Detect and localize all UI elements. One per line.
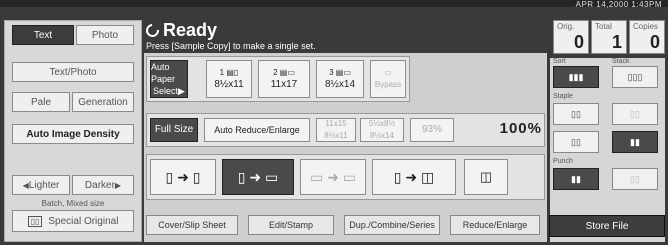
- 1-sided-to-2-sided-icon: ▯ ➜ ▭: [237, 169, 279, 185]
- stack-button[interactable]: ▯▯▯: [612, 66, 658, 88]
- tray-icon: ▤▭: [335, 68, 351, 77]
- store-file-button[interactable]: Store File: [549, 215, 665, 237]
- combine-button[interactable]: ▯ ➜ ◫: [372, 159, 456, 195]
- one-to-two-sided-button[interactable]: ▯ ➜ ▭: [222, 159, 294, 195]
- top-bar: [0, 0, 668, 7]
- auto-image-density-button[interactable]: Auto Image Density: [12, 124, 134, 144]
- full-size-button[interactable]: Full Size: [150, 118, 198, 142]
- punch-label: Punch: [553, 158, 573, 165]
- stack-icon: ▯▯▯: [627, 71, 643, 82]
- tray-size: 11x17: [270, 79, 298, 90]
- tray-icon: ▤▯: [226, 68, 239, 77]
- staple-icon: ▯▯: [571, 136, 581, 147]
- tray-size: 8½x11: [214, 79, 244, 90]
- darker-arrow-icon: ▶: [114, 180, 122, 190]
- simplex-to-simplex-button[interactable]: ▯ ➜ ▯: [150, 159, 216, 195]
- staple-icon: ▯▯: [630, 108, 640, 119]
- cover-slip-sheet-tab[interactable]: Cover/Slip Sheet: [146, 215, 238, 235]
- tray-3-button[interactable]: 3 ▤▭ 8½x14: [316, 60, 364, 98]
- staple-two-top-button[interactable]: ▮▮: [612, 131, 658, 153]
- bypass-tray-icon: ▭: [384, 68, 392, 77]
- counter-value: 0: [573, 32, 584, 52]
- dup-combine-series-tab[interactable]: Dup./Combine/Series: [344, 215, 440, 235]
- datetime: APR 14,2000 1:43PM: [575, 0, 662, 9]
- auto-paper-label: Auto Paper: [151, 62, 176, 84]
- ratio-to: 8½x14: [369, 131, 395, 140]
- two-to-two-sided-button[interactable]: ▭ ➜ ▭: [300, 159, 366, 195]
- edit-stamp-tab[interactable]: Edit/Stamp: [248, 215, 334, 235]
- lighter-button[interactable]: ◀ Lighter: [12, 175, 70, 195]
- photo-mode-button[interactable]: Photo: [76, 25, 134, 45]
- counter-label: Total: [595, 22, 612, 31]
- special-original-icon: ▯▯: [27, 215, 43, 227]
- darker-label: Darker: [84, 179, 115, 191]
- ratio-93-button[interactable]: 93%: [410, 118, 454, 142]
- book-icon: ◫: [479, 169, 493, 184]
- ratio-preset-1-button[interactable]: 11x15 8½x11: [316, 118, 356, 142]
- copies-counter: Copies 0: [629, 20, 665, 54]
- tray-number: 3: [329, 68, 334, 77]
- tray-size: Bypass: [374, 80, 402, 89]
- ratio-from: 5½x8½: [368, 119, 396, 128]
- current-ratio: 100%: [499, 120, 542, 137]
- ready-icon: [143, 21, 162, 40]
- punch-left-button[interactable]: ▮▮: [553, 168, 599, 190]
- special-original-button[interactable]: ▯▯ Special Original: [12, 210, 134, 232]
- text-photo-mode-button[interactable]: Text/Photo: [12, 62, 134, 82]
- tray-1-button[interactable]: 1 ▤▯ 8½x11: [206, 60, 252, 98]
- counter-label: Copies: [633, 22, 658, 31]
- staple-two-left-button[interactable]: ▯▯: [553, 131, 599, 153]
- counter-value: 0: [649, 32, 660, 52]
- text-mode-button[interactable]: Text: [12, 25, 74, 45]
- ratio-to: 8½x11: [324, 131, 348, 140]
- reduce-enlarge-tab[interactable]: Reduce/Enlarge: [450, 215, 540, 235]
- tray-2-button[interactable]: 2 ▤▭ 11x17: [258, 60, 310, 98]
- 1-sided-to-1-sided-icon: ▯ ➜ ▯: [165, 169, 201, 185]
- counter-value: 1: [611, 32, 622, 52]
- status-message: Press [Sample Copy] to make a single set…: [146, 41, 316, 51]
- combine-icon: ▯ ➜ ◫: [393, 169, 435, 185]
- pale-mode-button[interactable]: Pale: [12, 92, 70, 112]
- copier-screen: APR 14,2000 1:43PM Text Photo Text/Photo…: [0, 0, 668, 245]
- staple-icon: ▮▮: [630, 136, 640, 147]
- sort-button[interactable]: ▮▮▮: [553, 66, 599, 88]
- originals-counter: Orig. 0: [553, 20, 589, 54]
- auto-paper-select-label: Select▶: [153, 86, 185, 96]
- batch-mixed-size-label: Batch, Mixed size: [41, 199, 105, 208]
- staple-icon: ▯▯: [571, 108, 581, 119]
- status-text: Ready: [163, 20, 218, 40]
- lighter-label: Lighter: [28, 179, 60, 191]
- staple-label: Staple: [553, 93, 573, 100]
- tray-icon: ▤▭: [279, 68, 295, 77]
- auto-reduce-enlarge-button[interactable]: Auto Reduce/Enlarge: [204, 118, 310, 142]
- darker-button[interactable]: Darker ▶: [72, 175, 134, 195]
- auto-paper-select-button[interactable]: Auto Paper Select▶: [150, 60, 188, 98]
- sort-label: Sort: [553, 58, 566, 65]
- counter-label: Orig.: [557, 22, 575, 31]
- tray-number: 2: [273, 68, 278, 77]
- sort-icon: ▮▮▮: [568, 71, 584, 82]
- book-button[interactable]: ◫: [464, 159, 508, 195]
- tray-number: 1: [219, 68, 225, 77]
- generation-mode-button[interactable]: Generation: [72, 92, 134, 112]
- ratio-from: 11x15: [325, 119, 347, 128]
- special-original-label: Special Original: [48, 215, 119, 227]
- staple-top-right-button[interactable]: ▯▯: [612, 103, 658, 125]
- 2-sided-to-2-sided-icon: ▭ ➜ ▭: [310, 169, 356, 185]
- ratio-preset-2-button[interactable]: 5½x8½ 8½x14: [360, 118, 404, 142]
- stack-label: Stack: [612, 58, 630, 65]
- punch-icon: ▮▮: [571, 173, 581, 184]
- staple-top-left-button[interactable]: ▯▯: [553, 103, 599, 125]
- punch-top-button[interactable]: ▯▯: [612, 168, 658, 190]
- punch-icon: ▯▯: [630, 173, 640, 184]
- total-counter: Total 1: [591, 20, 627, 54]
- bypass-tray-button[interactable]: ▭ Bypass: [370, 60, 406, 98]
- status-ready: Ready: [143, 20, 218, 41]
- tray-size: 8½x14: [324, 79, 356, 90]
